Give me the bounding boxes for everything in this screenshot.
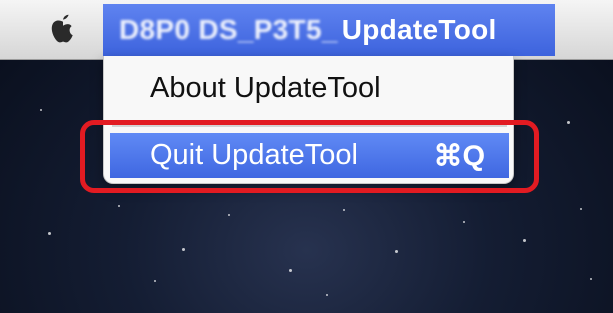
star: [590, 278, 592, 280]
apple-icon: [51, 14, 73, 43]
menu-bar: D8P0 DS_P3T5_ UpdateTool: [0, 0, 613, 60]
star: [580, 208, 582, 210]
star: [395, 250, 398, 253]
app-menu-title[interactable]: D8P0 DS_P3T5_ UpdateTool: [103, 4, 555, 56]
star: [463, 221, 465, 223]
star: [228, 214, 230, 216]
star: [567, 121, 570, 124]
star: [182, 248, 185, 251]
about-updatetool-menu-item[interactable]: About UpdateTool: [110, 64, 509, 112]
star: [343, 209, 345, 211]
apple-menu-button[interactable]: [46, 12, 80, 46]
star: [326, 294, 328, 296]
menu-item-label: About UpdateTool: [150, 71, 381, 104]
obscured-app-name-prefix: D8P0 DS_P3T5_: [119, 14, 338, 45]
star: [154, 280, 156, 282]
star: [40, 109, 42, 111]
desktop-screen: D8P0 DS_P3T5_ UpdateTool About UpdateToo…: [0, 0, 613, 313]
star: [48, 232, 51, 235]
star: [523, 239, 526, 242]
star: [289, 269, 292, 272]
annotation-highlight-box: [80, 120, 539, 193]
star: [118, 205, 120, 207]
app-menu-label: UpdateTool: [341, 14, 497, 45]
